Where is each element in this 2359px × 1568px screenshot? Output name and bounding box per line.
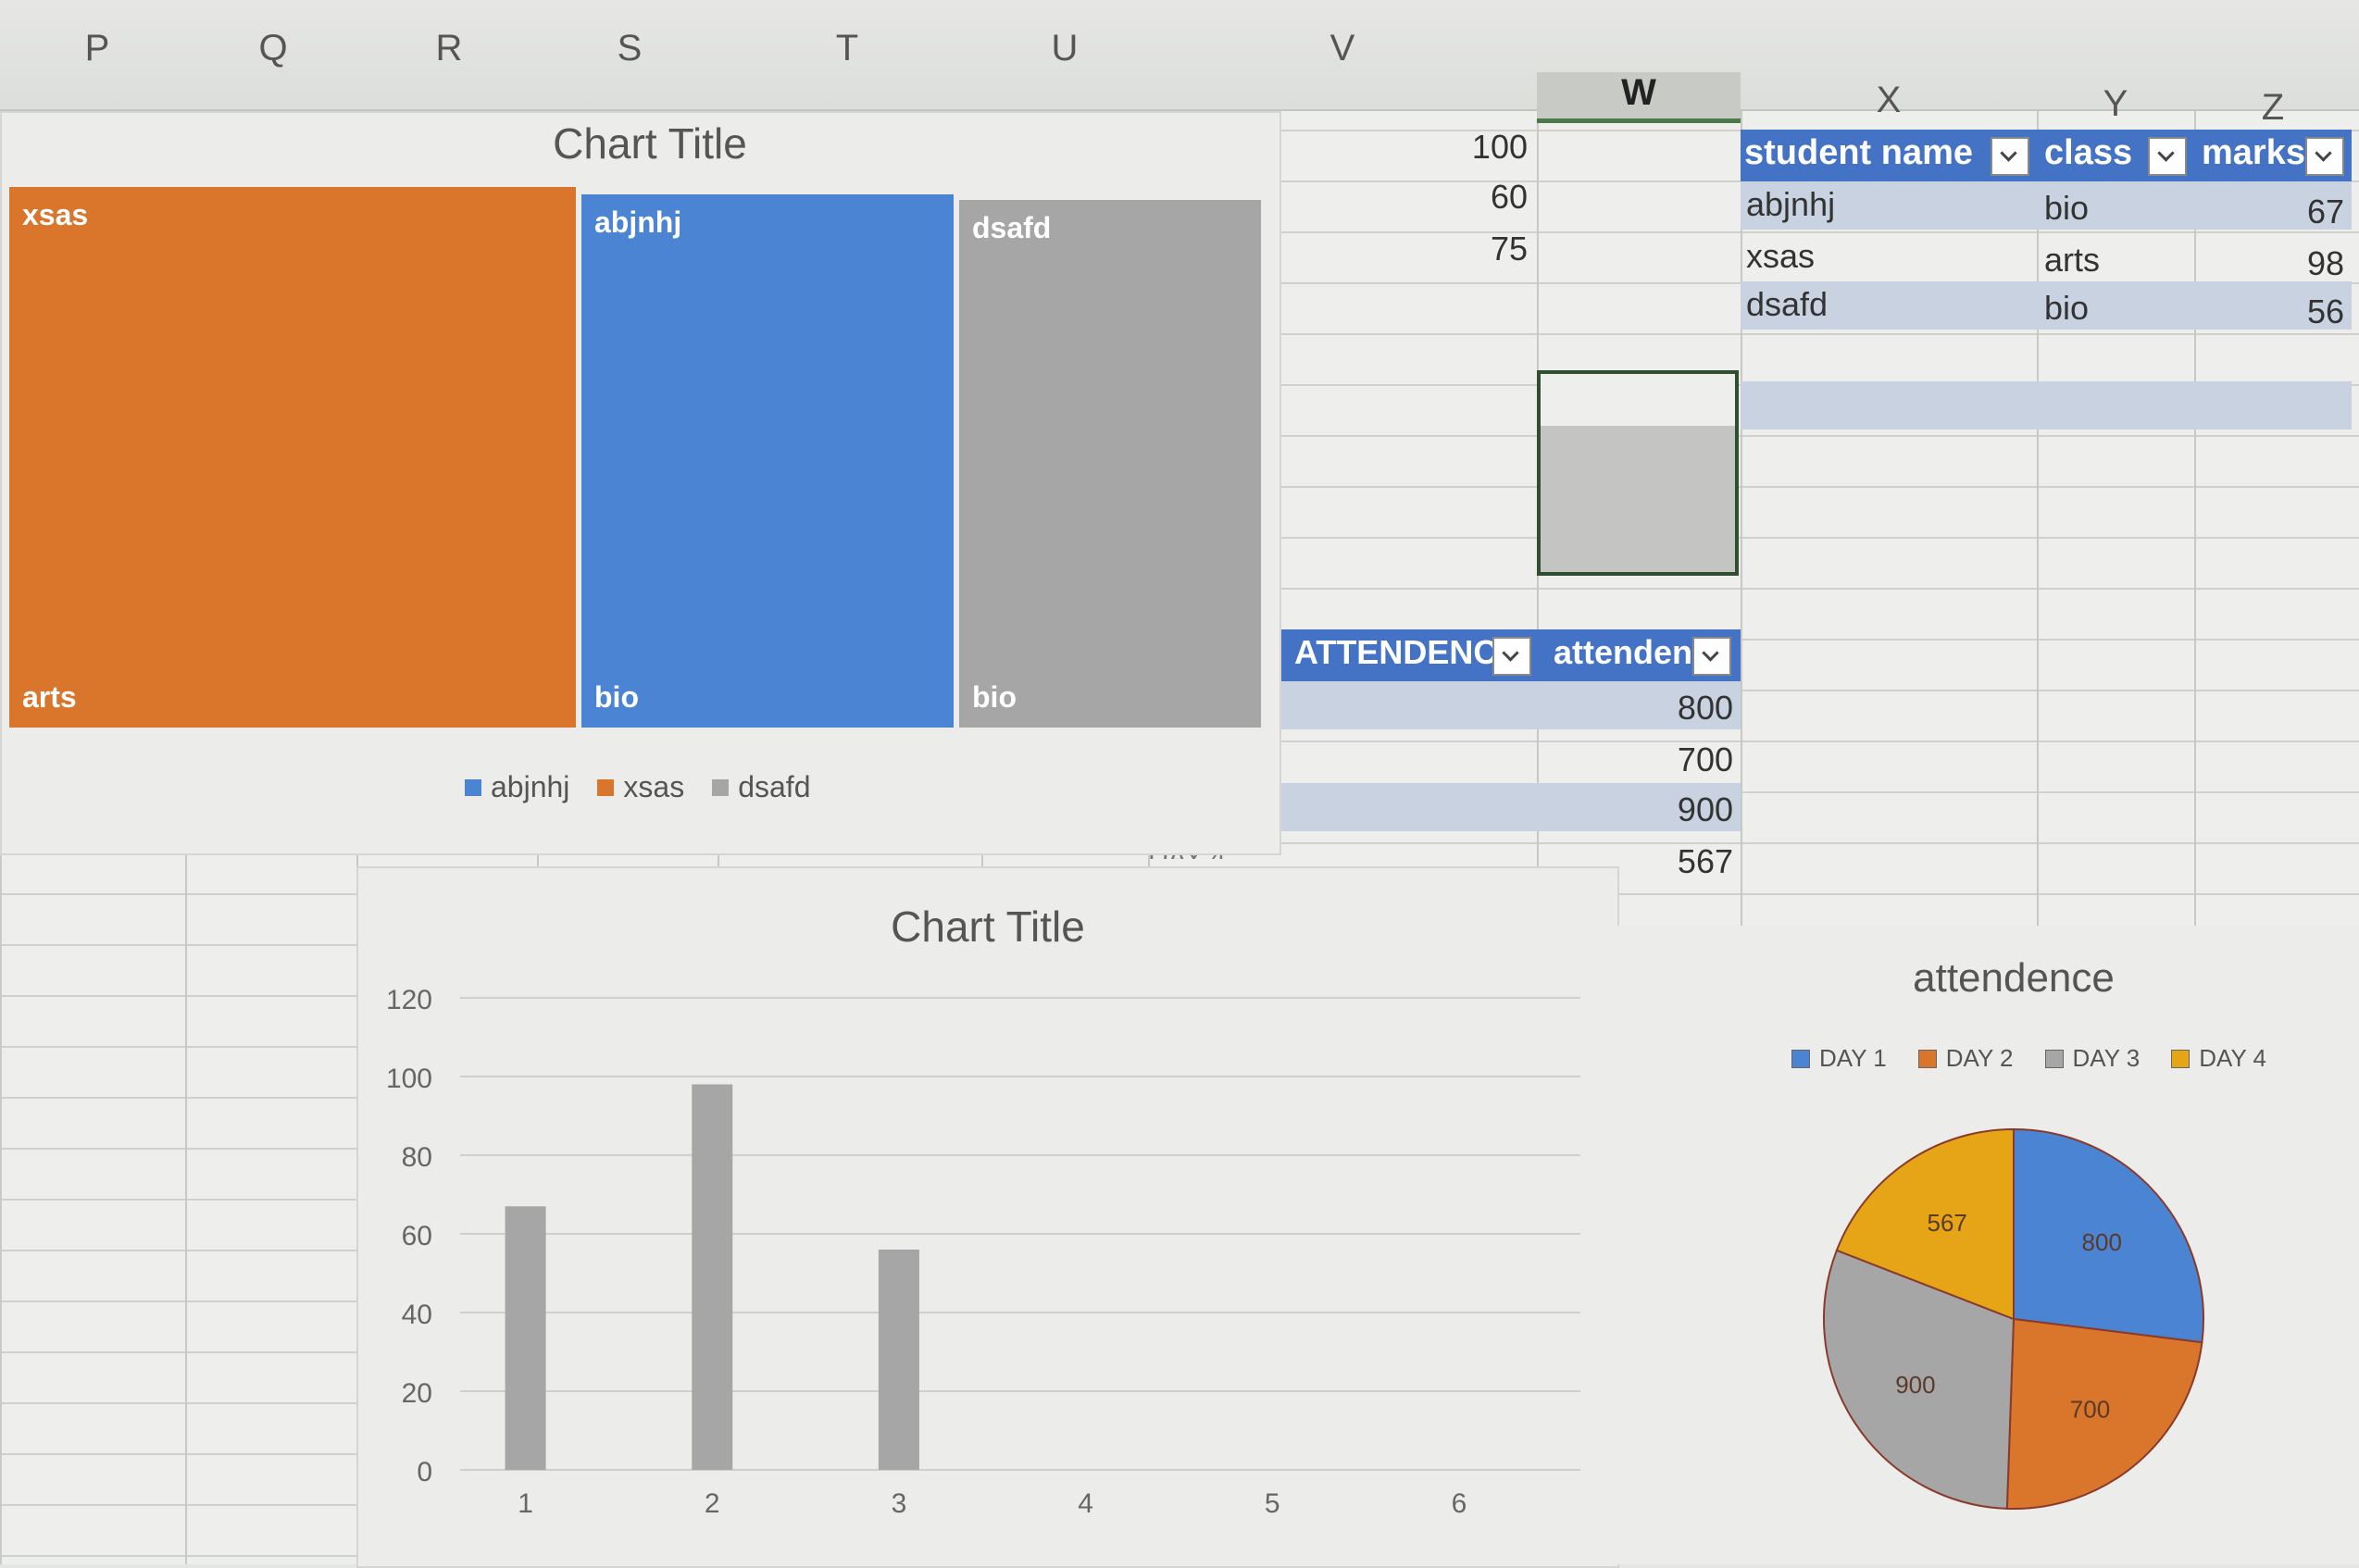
x-tick-label: 3	[892, 1488, 907, 1519]
filter-dropdown-student-name[interactable]	[1991, 137, 2029, 176]
column-header-r[interactable]: R	[421, 28, 477, 69]
legend-item: dsafd	[712, 770, 810, 804]
cell-v-value[interactable]: 100	[1389, 128, 1528, 167]
y-tick-label: 20	[402, 1378, 432, 1409]
y-tick-label: 40	[402, 1300, 432, 1330]
cell-attendance-value[interactable]: 700	[1574, 740, 1733, 779]
cell-marks[interactable]: 98	[2203, 244, 2344, 283]
cell-class[interactable]: bio	[2044, 289, 2089, 328]
column-header-p[interactable]: P	[69, 28, 125, 69]
student-table-header: student name class marks	[1741, 130, 2352, 181]
bar	[692, 1084, 733, 1470]
header-attendance: ATTENDENC	[1294, 633, 1498, 671]
column-header-bar: P Q R S T U V W X Y Z	[0, 0, 2359, 128]
x-tick-label: 4	[1078, 1488, 1093, 1519]
treemap-tile-group: bio	[972, 680, 1017, 714]
cell-marks[interactable]: 56	[2203, 292, 2344, 331]
pie-chart-plot: 800 700 900 567	[1823, 1127, 2204, 1510]
pie-data-label: 567	[1928, 1209, 1967, 1237]
legend-item: abjnhj	[465, 770, 569, 804]
treemap-tile-abjnhj[interactable]: abjnhj bio	[581, 194, 954, 728]
table-row-band	[1741, 381, 2352, 429]
y-tick-label: 120	[386, 985, 432, 1015]
column-header-t[interactable]: T	[819, 28, 875, 69]
bar	[505, 1206, 546, 1470]
cell-v-value[interactable]: 75	[1389, 230, 1528, 268]
treemap-legend: abjnhj xsas dsafd	[465, 770, 810, 804]
treemap-tile-name: xsas	[22, 198, 89, 231]
treemap-tile-dsafd[interactable]: dsafd bio	[959, 200, 1261, 728]
x-tick-label: 1	[518, 1488, 533, 1519]
treemap-tile-xsas[interactable]: xsas arts	[9, 187, 576, 728]
pie-data-label: 900	[1895, 1371, 1935, 1399]
treemap-tile-group: bio	[594, 680, 639, 714]
x-tick-label: 6	[1452, 1488, 1467, 1519]
cell-class[interactable]: arts	[2044, 241, 2100, 280]
column-header-v[interactable]: V	[1315, 28, 1370, 69]
y-tick-label: 0	[417, 1457, 432, 1487]
filter-dropdown-class[interactable]	[2148, 137, 2187, 176]
pie-data-label: 800	[2082, 1228, 2122, 1256]
attendance-table-header: ATTENDENC attenden	[1278, 629, 1741, 681]
header-student-name: student name	[1744, 133, 1974, 172]
filter-dropdown-attendance[interactable]	[1492, 637, 1531, 676]
legend-item: xsas	[597, 770, 684, 804]
pie-chart[interactable]: attendence DAY 1 DAY 2 DAY 3 DAY 4 800 70…	[1616, 926, 2359, 1564]
bar-chart[interactable]: Chart Title 0 20 40 60 80 100 120 1 2 3 4 5 6	[356, 866, 1619, 1568]
column-header-x[interactable]: X	[1861, 80, 1916, 121]
y-tick-label: 80	[402, 1142, 432, 1173]
column-header-s[interactable]: S	[602, 28, 657, 69]
cell-attendance-value[interactable]: 900	[1574, 790, 1733, 829]
x-tick-label: 2	[705, 1488, 720, 1519]
column-header-z[interactable]: Z	[2245, 87, 2301, 129]
bar	[878, 1250, 919, 1470]
selected-cell[interactable]	[1537, 370, 1739, 576]
cell-student-name[interactable]: abjnhj	[1746, 185, 1835, 224]
column-header-y[interactable]: Y	[2088, 83, 2143, 125]
cell-class[interactable]: bio	[2044, 189, 2089, 228]
column-header-q[interactable]: Q	[245, 28, 301, 69]
filter-dropdown-marks[interactable]	[2305, 137, 2344, 176]
treemap-area: xsas arts abjnhj bio dsafd bio	[9, 187, 1261, 728]
header-marks: marks	[2202, 133, 2305, 172]
column-header-u[interactable]: U	[1037, 28, 1092, 69]
pie-data-label: 700	[2070, 1396, 2110, 1424]
header-attenden: attenden	[1554, 633, 1693, 671]
cell-marks[interactable]: 67	[2203, 193, 2344, 231]
treemap-tile-group: arts	[22, 680, 77, 714]
column-header-w[interactable]: W	[1611, 72, 1666, 114]
header-class: class	[2044, 133, 2133, 172]
cell-v-value[interactable]: 60	[1389, 178, 1528, 217]
y-tick-label: 60	[402, 1221, 432, 1251]
bar-chart-plot: 0 20 40 60 80 100 120 1 2 3 4 5 6	[386, 985, 1580, 1519]
treemap-chart[interactable]: Chart Title xsas arts abjnhj bio dsafd b…	[0, 111, 1281, 855]
x-tick-label: 5	[1265, 1488, 1280, 1519]
treemap-tile-name: abjnhj	[594, 205, 682, 239]
treemap-tile-name: dsafd	[972, 211, 1052, 244]
cell-student-name[interactable]: xsas	[1746, 237, 1815, 276]
y-tick-label: 100	[386, 1064, 432, 1094]
treemap-chart-title: Chart Title	[553, 119, 747, 168]
cell-attendance-value[interactable]: 800	[1574, 689, 1733, 728]
cell-student-name[interactable]: dsafd	[1746, 285, 1828, 324]
filter-dropdown-attenden[interactable]	[1692, 637, 1731, 676]
